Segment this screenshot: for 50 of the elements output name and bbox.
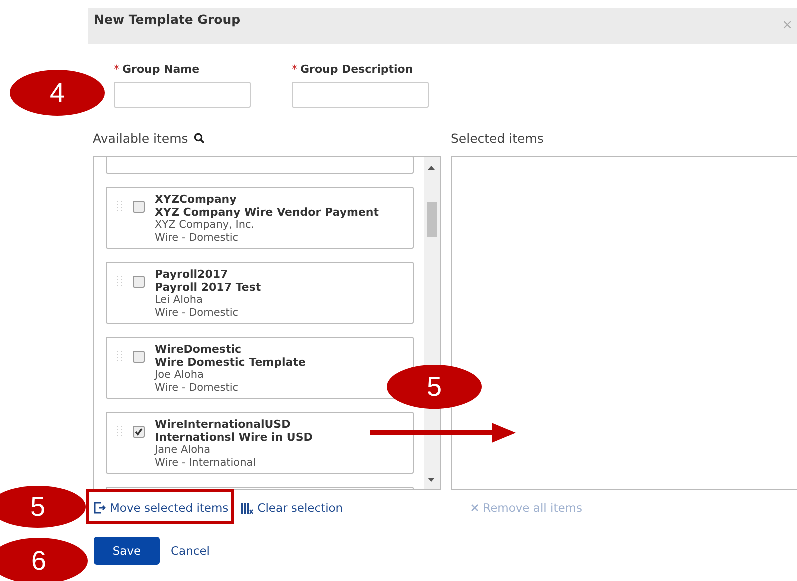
text-field[interactable] bbox=[114, 82, 251, 108]
template-name: XYZ Company Wire Vendor Payment bbox=[155, 206, 380, 219]
move-action-link[interactable]: Move selected items bbox=[94, 501, 229, 515]
clear-action-link[interactable]: Clear selection bbox=[240, 501, 344, 515]
text-field[interactable] bbox=[292, 82, 429, 108]
drag-handle-icon[interactable] bbox=[117, 276, 123, 286]
checkbox[interactable] bbox=[133, 276, 145, 288]
search-icon[interactable] bbox=[194, 132, 206, 144]
checkbox[interactable] bbox=[133, 426, 145, 438]
template-owner: Jane Aloha bbox=[155, 444, 212, 457]
template-code: XYZCompany bbox=[155, 193, 238, 206]
callout-number: 4 bbox=[10, 70, 105, 116]
template-card[interactable]: WireDomestic Wire Domestic Template Joe Aloha Wire - Domestic bbox=[106, 337, 414, 399]
cancel-button[interactable]: Cancel bbox=[171, 544, 210, 558]
list-heading: Selected items bbox=[451, 130, 544, 146]
drag-handle-icon[interactable] bbox=[117, 201, 123, 211]
checkbox[interactable] bbox=[133, 351, 145, 363]
template-card[interactable]: WireInternationalUSD Internationsl Wire in USD Jane Aloha Wire - International bbox=[106, 412, 414, 474]
template-type: Wire - Domestic bbox=[155, 232, 240, 245]
template-code: Payroll2017 bbox=[155, 268, 230, 281]
template-owner: Lei Aloha bbox=[155, 294, 204, 307]
template-owner: XYZ Company, Inc. bbox=[155, 219, 256, 232]
template-owner: Joe Aloha bbox=[155, 369, 205, 382]
scrollbar-thumb[interactable] bbox=[427, 202, 437, 237]
template-card[interactable]: Payroll2017 Payroll 2017 Test Lei Aloha Wire - Domestic bbox=[106, 262, 414, 324]
callout-number: 5 bbox=[387, 365, 482, 409]
close-icon bbox=[471, 504, 480, 512]
callout-number: 5 bbox=[0, 486, 86, 528]
scroll-up-icon[interactable] bbox=[428, 166, 435, 170]
field-label: * Group Description bbox=[292, 63, 414, 76]
template-type: Wire - Domestic bbox=[155, 382, 240, 395]
template-card[interactable]: XYZCompany XYZ Company Wire Vendor Payment XYZ Company, Inc. Wire - Domestic bbox=[106, 187, 414, 249]
drag-handle-icon[interactable] bbox=[117, 351, 123, 361]
template-type: Wire - International bbox=[155, 457, 258, 470]
barcode-clear-icon bbox=[240, 502, 254, 514]
template-code: WireInternationalUSD bbox=[155, 418, 292, 431]
template-name: Payroll 2017 Test bbox=[155, 281, 262, 294]
template-name: Internationsl Wire in USD bbox=[155, 431, 313, 444]
exit-icon bbox=[94, 502, 106, 514]
template-name: Wire Domestic Template bbox=[155, 356, 306, 369]
checkbox[interactable] bbox=[133, 201, 145, 213]
field-label: * Group Name bbox=[114, 63, 201, 76]
scroll-down-icon[interactable] bbox=[428, 478, 435, 482]
callout-number: 6 bbox=[0, 538, 88, 581]
drag-handle-icon[interactable] bbox=[117, 426, 123, 436]
list-heading: Available items bbox=[93, 130, 188, 146]
template-code: WireDomestic bbox=[155, 343, 242, 356]
dialog-title: New Template Group bbox=[94, 12, 241, 27]
template-type: Wire - Domestic bbox=[155, 307, 240, 320]
save-button[interactable]: Save bbox=[94, 537, 160, 565]
